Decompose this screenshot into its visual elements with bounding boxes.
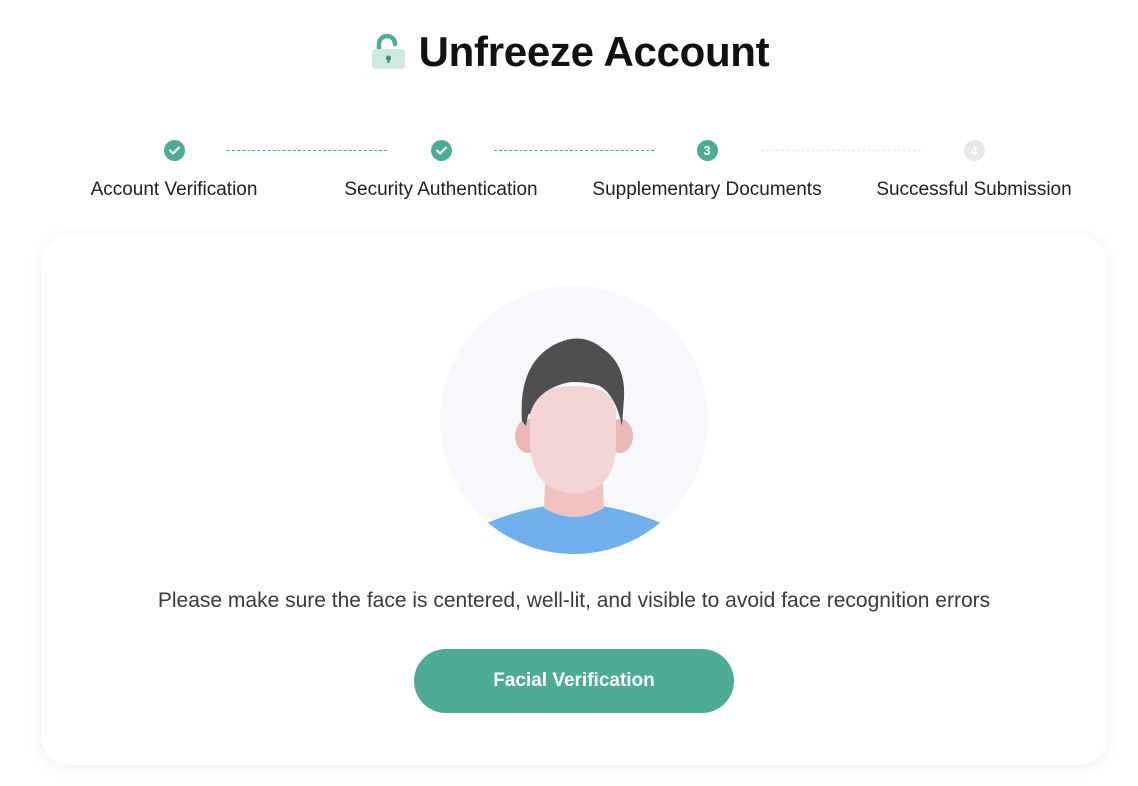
step-label: Account Verification <box>90 179 258 200</box>
face-avatar-icon <box>440 286 708 554</box>
progress-stepper: Account Verification Security Authentica… <box>0 138 1138 218</box>
step-supplementary-documents: 3 Supplementary Documents <box>577 138 837 201</box>
step-number-badge: 3 <box>696 140 718 161</box>
unfreeze-account-page: Unfreeze Account Account Verification Se… <box>0 0 1138 786</box>
facial-verification-card: Please make sure the face is centered, w… <box>41 235 1107 765</box>
facial-verification-button[interactable]: Facial Verification <box>414 649 734 713</box>
step-successful-submission: 4 Successful Submission <box>844 138 1104 201</box>
step-label: Successful Submission <box>876 179 1072 200</box>
step-account-verification: Account Verification <box>44 138 304 201</box>
step-completed-check-icon <box>163 140 185 161</box>
step-label: Supplementary Documents <box>592 179 822 200</box>
page-title: Unfreeze Account <box>418 28 770 75</box>
face-guidance-text: Please make sure the face is centered, w… <box>157 589 991 612</box>
step-security-authentication: Security Authentication <box>311 138 571 201</box>
step-label: Security Authentication <box>344 179 538 200</box>
step-completed-check-icon <box>430 140 452 161</box>
step-number-badge: 4 <box>963 140 985 161</box>
page-header: Unfreeze Account <box>0 28 1138 76</box>
unlocked-padlock-icon <box>369 33 407 71</box>
